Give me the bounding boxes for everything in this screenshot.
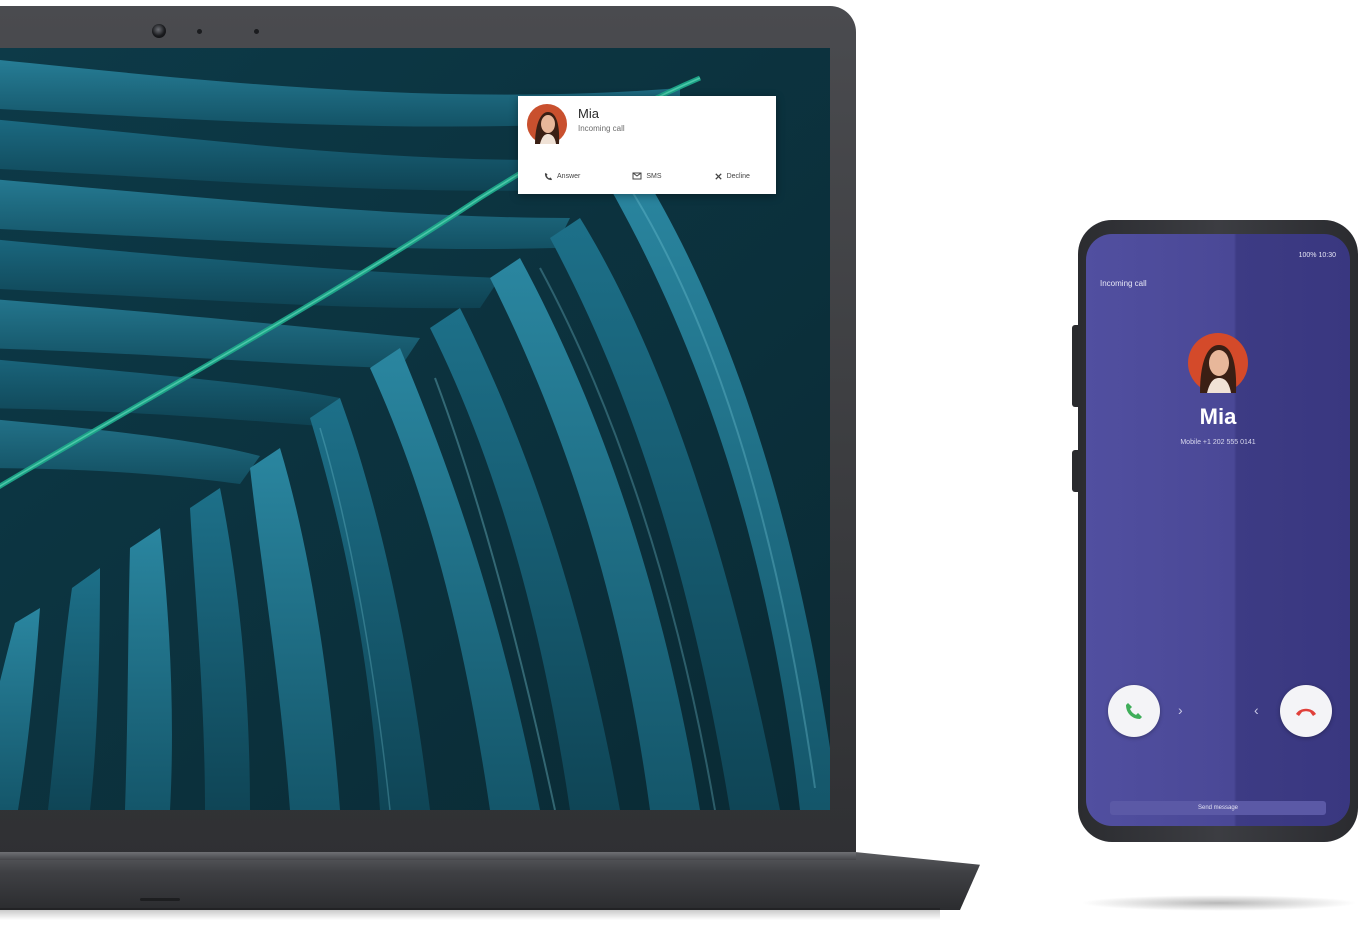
phone-answer-icon xyxy=(1126,703,1142,719)
phone-icon xyxy=(544,172,553,180)
answer-label: Answer xyxy=(557,172,581,180)
sms-label: SMS xyxy=(646,172,662,180)
chevron-right-icon: › xyxy=(1178,702,1183,718)
answer-button[interactable]: Answer xyxy=(544,172,580,181)
send-message-bar[interactable]: Send message xyxy=(1110,801,1326,815)
decline-button[interactable]: Decline xyxy=(714,172,750,181)
phone-decline-icon xyxy=(1296,708,1316,716)
notification-caller-name: Mia xyxy=(578,106,599,121)
avatar-icon xyxy=(527,104,567,144)
laptop-shadow xyxy=(0,908,940,920)
phone-caller-name: Mia xyxy=(1199,404,1237,429)
phone-screen: 100% 10:30 Incoming call Mia Mobile +1 2… xyxy=(1086,234,1350,826)
close-icon xyxy=(714,172,722,180)
chevron-left-icon: ‹ xyxy=(1254,702,1259,718)
sensor-dot xyxy=(197,29,202,34)
webcam-icon xyxy=(152,24,166,38)
sensor-dot xyxy=(254,29,259,34)
laptop-hinge xyxy=(0,852,856,860)
notification-subtitle: Incoming call xyxy=(578,124,625,133)
sms-button[interactable]: SMS xyxy=(632,172,662,181)
caller-avatar-icon xyxy=(1188,333,1248,393)
laptop-seam xyxy=(140,898,180,901)
phone-shadow xyxy=(1080,895,1358,911)
decline-label: Decline xyxy=(726,172,750,180)
notification-actions: Answer SMS Decline xyxy=(518,166,776,186)
laptop-base xyxy=(0,852,980,910)
answer-call-button[interactable] xyxy=(1108,685,1160,737)
phone-status-bar: 100% 10:30 xyxy=(1298,252,1336,259)
phone-caller-number: Mobile +1 202 555 0141 xyxy=(1180,439,1256,446)
phone-call-header: Incoming call xyxy=(1100,279,1147,288)
message-icon xyxy=(632,172,642,179)
decline-call-button[interactable] xyxy=(1280,685,1332,737)
incoming-call-notification[interactable]: Mia Incoming call Answer SMS Decline xyxy=(518,96,776,194)
